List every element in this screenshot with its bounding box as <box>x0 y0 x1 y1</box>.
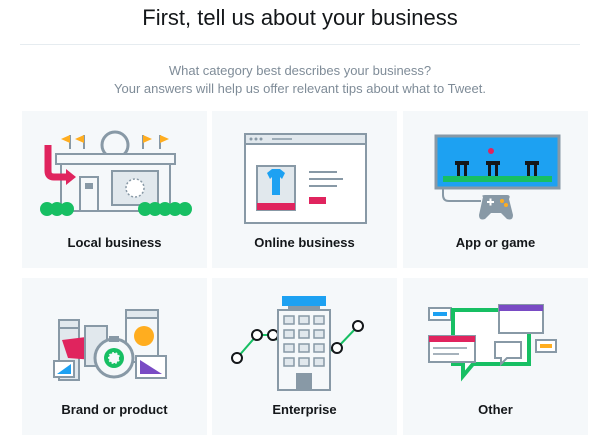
category-label: Enterprise <box>272 402 337 417</box>
header-divider <box>20 44 580 45</box>
category-label: App or game <box>455 235 536 250</box>
category-card-enterprise[interactable]: Enterprise <box>212 278 397 435</box>
category-label: Local business <box>67 235 162 250</box>
category-card-local-business[interactable]: Local business <box>22 111 207 268</box>
category-card-app-or-game[interactable]: App or game <box>403 111 588 268</box>
category-hint: Your answers will help us offer relevant… <box>114 81 486 96</box>
category-label: Online business <box>254 235 355 250</box>
category-label: Other <box>478 402 513 417</box>
category-label: Brand or product <box>61 402 168 417</box>
category-question: What category best describes your busine… <box>168 63 432 78</box>
category-card-other[interactable]: Other <box>403 278 588 435</box>
page-title: First, tell us about your business <box>142 5 458 30</box>
category-card-online-business[interactable]: Online business <box>212 111 397 268</box>
category-card-brand-or-product[interactable]: Brand or product <box>22 278 207 435</box>
